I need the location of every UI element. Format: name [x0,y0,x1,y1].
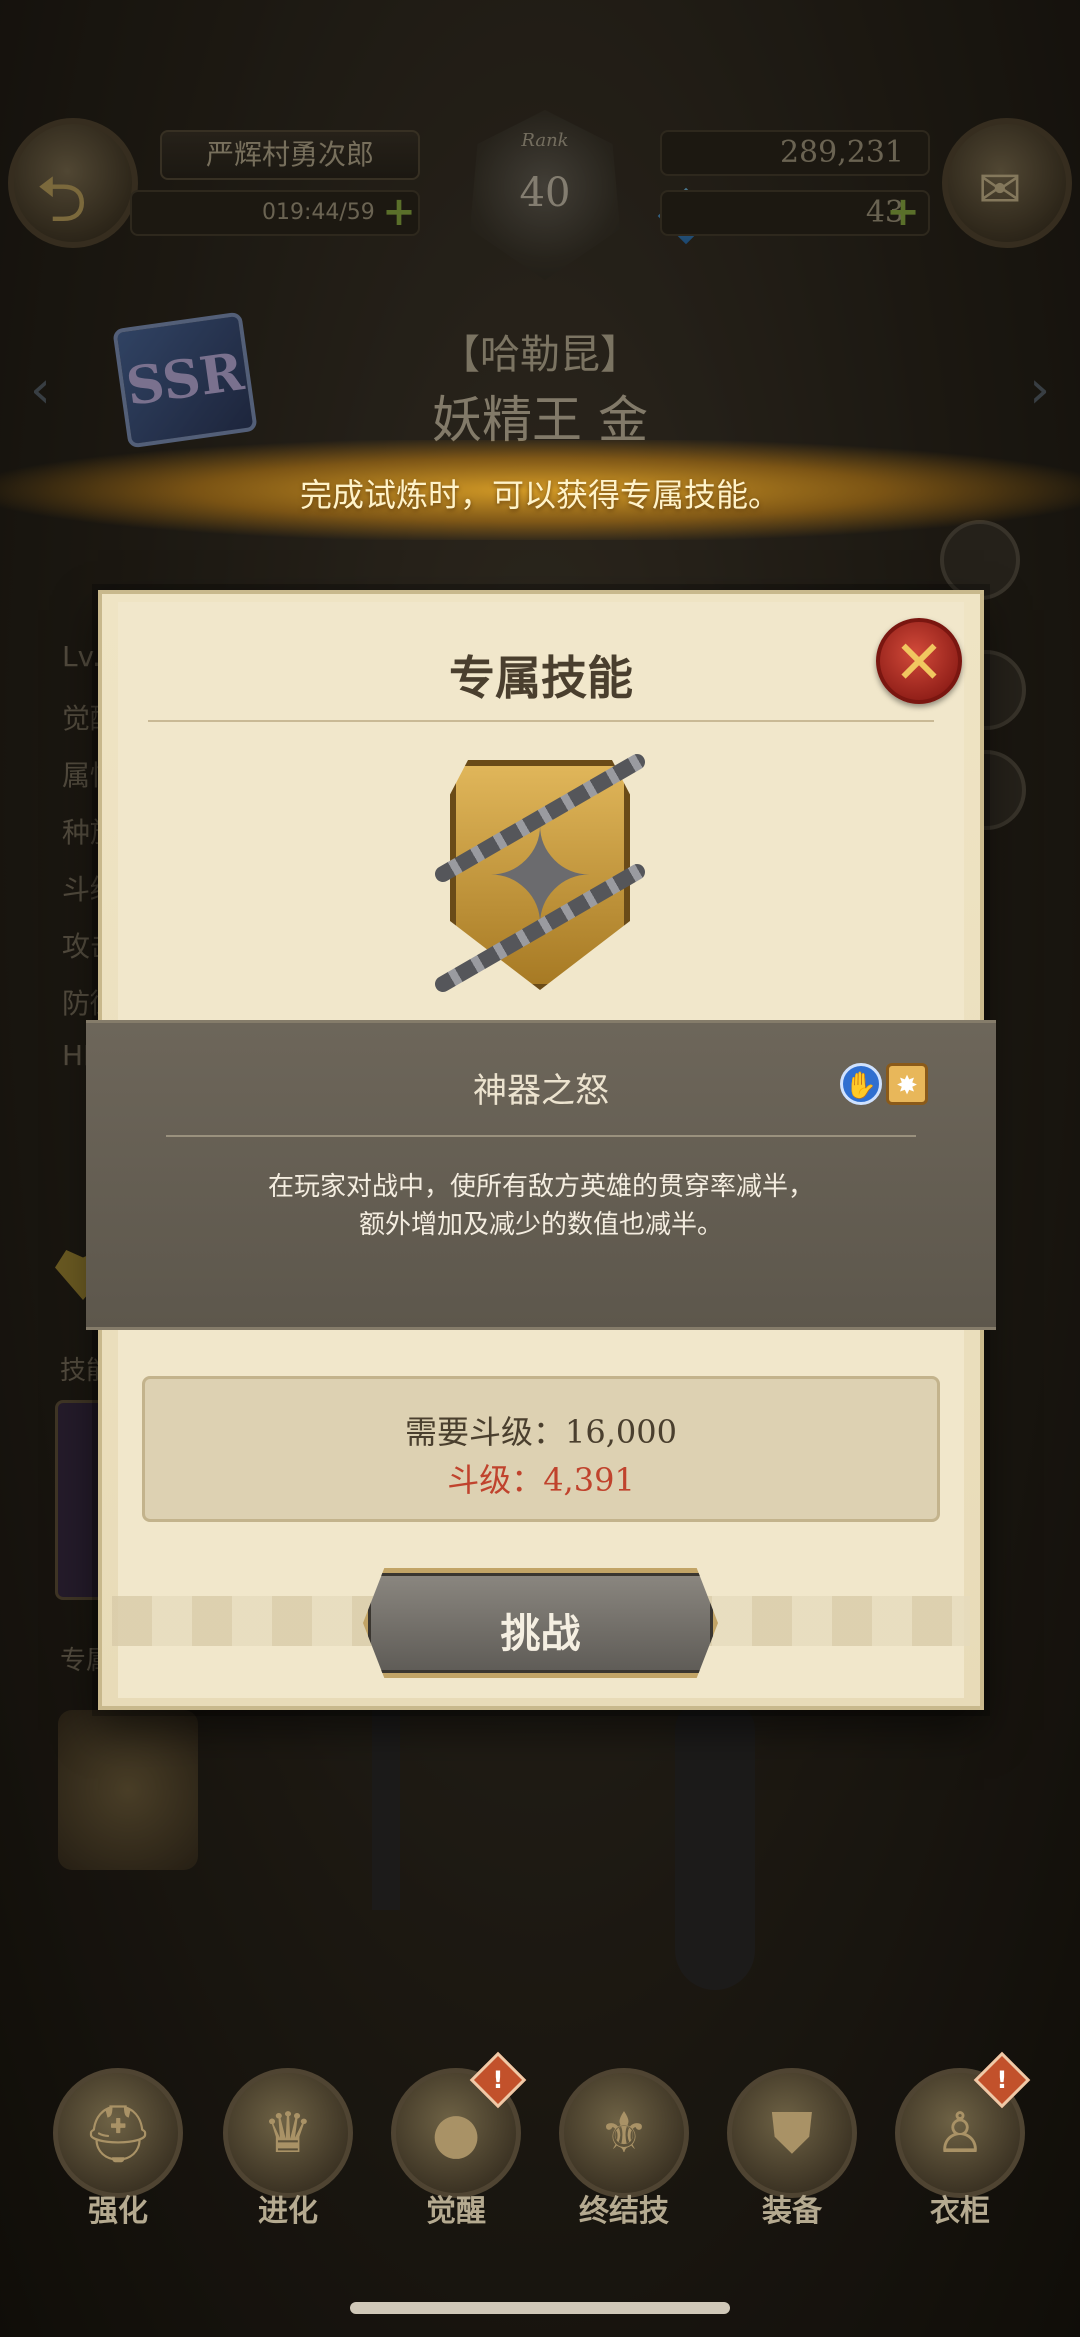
skill-tags: ✋ ✸ [836,1063,928,1105]
challenge-label: 挑战 [500,1611,581,1657]
exclusive-skill-emblem-icon: ✦ [420,750,660,1010]
skill-info-panel: 神器之怒 ✋ ✸ 在玩家对战中，使所有敌方英雄的贯穿率减半， 额外增加及减少的数值… [86,1020,996,1330]
helmet-up-icon: ⛑ [53,2068,183,2198]
nav-wardrobe[interactable]: ♙ ! 衣柜 [890,2051,1031,2230]
nav-ultimate[interactable]: ⚜ 终结技 [554,2060,694,2230]
skill-description-line: 在玩家对战中，使所有敌方英雄的贯穿率减半， [267,1172,814,1202]
ultimate-icon: ⚜ [559,2068,689,2198]
orb-icon: ✸ [886,1063,928,1105]
pvp-hand-icon: ✋ [840,1063,882,1105]
required-level: 需要斗级：16,000 [405,1413,677,1451]
nav-label: 强化 [88,2194,148,2229]
equipment-icon: ⛊ [727,2068,857,2198]
nav-label: 觉醒 [426,2194,486,2229]
close-button[interactable]: ✕ [876,618,962,704]
close-icon: ✕ [893,628,945,698]
evolve-icon: ♛ [223,2068,353,2198]
nav-evolve[interactable]: ♛ 进化 [218,2060,358,2230]
nav-label: 装备 [762,2194,822,2229]
requirement-box: 需要斗级：16,000 斗级：4,391 [142,1376,940,1522]
current-level: 斗级：4,391 [447,1461,635,1499]
notice-banner-text: 完成试炼时，可以获得专属技能。 [299,476,780,514]
home-indicator[interactable] [350,2302,730,2314]
nav-label: 终结技 [579,2194,669,2229]
exclusive-skill-modal: 专属技能 ✕ ✦ 神器之怒 ✋ ✸ 在玩家对战中，使所有敌方英雄的贯穿率减半， 额… [86,590,996,1710]
challenge-button[interactable]: 挑战 [363,1568,718,1678]
nav-label: 进化 [258,2194,318,2229]
nav-awaken[interactable]: ● ! 觉醒 [386,2051,527,2230]
skill-description: 在玩家对战中，使所有敌方英雄的贯穿率减半， 额外增加及减少的数值也减半。 [86,1168,996,1244]
nav-label: 衣柜 [930,2194,990,2229]
nav-equipment[interactable]: ⛊ 装备 [722,2060,862,2230]
modal-title: 专属技能 [449,651,633,705]
title-divider [148,720,934,722]
skill-description-line: 额外增加及减少的数值也减半。 [358,1210,723,1240]
nav-enhance[interactable]: ⛑ 强化 [48,2060,188,2230]
skill-divider [166,1135,916,1137]
bottom-nav: ⛑ 强化 ♛ 进化 ● ! 觉醒 ⚜ 终结技 ⛊ 装备 ♙ ! 衣柜 [0,2051,1080,2230]
